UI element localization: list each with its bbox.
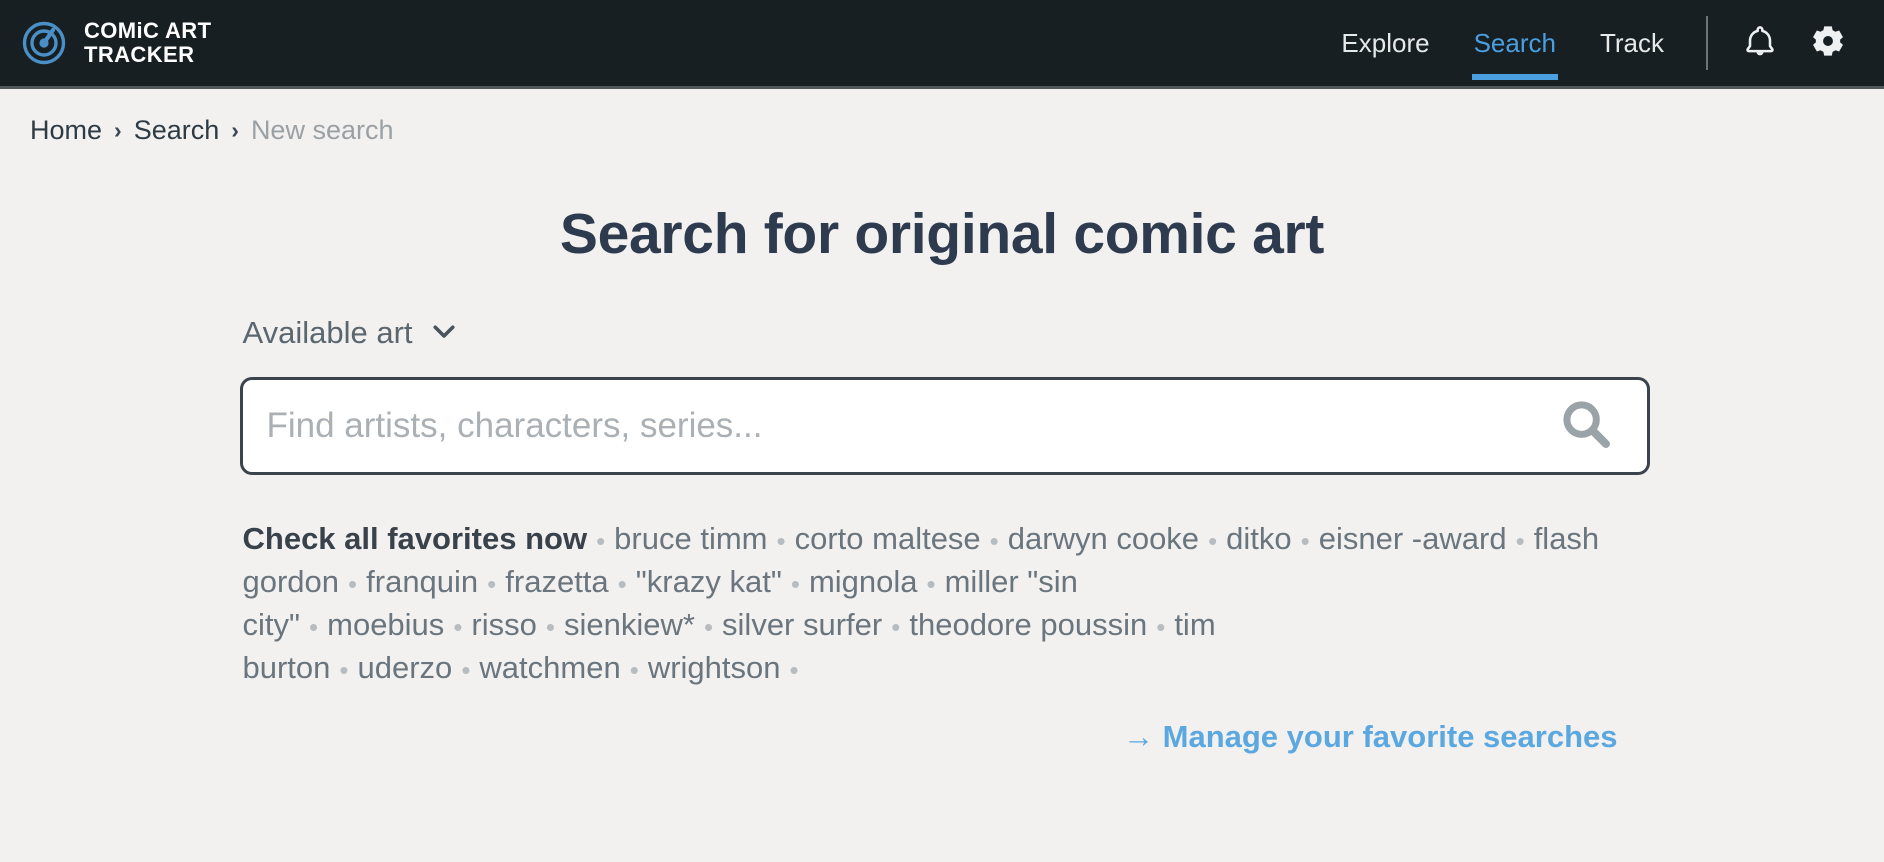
favorite-tag[interactable]: moebius [327,607,444,642]
favorite-tag-separator: • [348,568,358,599]
manage-row: → Manage your favorite searches [240,719,1650,755]
favorite-tag[interactable]: ditko [1226,521,1291,556]
favorite-tag[interactable]: "krazy kat" [636,564,782,599]
nav-item-search[interactable]: Search [1452,0,1578,86]
settings-button[interactable] [1802,17,1854,69]
check-all-favorites-link[interactable]: Check all favorites now [243,521,588,556]
favorite-tag-separator: • [789,654,799,685]
main-content: Search for original comic art Available … [0,201,1884,755]
breadcrumb: Home › Search › New search [0,89,1884,146]
search-box[interactable] [239,377,1650,475]
availability-filter-dropdown[interactable]: Available art [240,315,459,351]
favorite-tag[interactable]: franquin [366,564,478,599]
favorite-tag-separator: • [926,568,936,599]
favorite-tag[interactable]: bruce timm [614,521,767,556]
favorite-tag-separator: • [629,654,639,685]
favorite-tag-separator: • [339,654,349,685]
top-navigation-bar: COMiC ART TRACKER Explore Search Track [0,0,1884,89]
favorite-tag-separator: • [596,525,606,556]
favorite-tag-separator: • [309,611,319,642]
favorite-tag-separator: • [453,611,463,642]
nav-item-explore[interactable]: Explore [1319,0,1451,86]
favorite-tag-separator: • [1515,525,1525,556]
breadcrumb-separator: › [231,117,239,143]
favorite-tag-separator: • [1156,611,1166,642]
favorite-tag[interactable]: corto maltese [795,521,981,556]
nav-divider [1706,16,1708,70]
breadcrumb-item-home[interactable]: Home [30,115,102,146]
brand-logo[interactable]: COMiC ART TRACKER [22,19,211,67]
search-panel: Available art Check all favorites now • br… [235,315,1650,755]
nav-item-track[interactable]: Track [1578,0,1686,86]
bell-icon [1743,24,1777,63]
favorite-tag-separator: • [1300,525,1310,556]
favorite-tag-separator: • [989,525,999,556]
favorite-tag-separator: • [891,611,901,642]
favorite-tag[interactable]: silver surfer [722,607,882,642]
favorite-tag[interactable]: mignola [809,564,918,599]
search-icon [1558,396,1614,457]
favorite-tag-separator: • [617,568,627,599]
favorite-tag-separator: • [461,654,471,685]
breadcrumb-separator: › [114,117,122,143]
favorite-tag[interactable]: theodore poussin [909,607,1147,642]
brand-line-1: COMiC ART [84,18,212,44]
favorite-tag[interactable]: uderzo [358,650,453,685]
favorite-tag-separator: • [1208,525,1218,556]
notifications-button[interactable] [1734,17,1786,69]
brand-text: COMiC ART TRACKER [84,19,211,67]
favorite-tag-separator: • [703,611,714,642]
gear-icon [1810,23,1846,64]
page-title: Search for original comic art [559,202,1325,266]
favorite-tag-separator: • [545,611,555,642]
brand-line-2: TRACKER [84,42,195,67]
radar-target-icon [22,21,66,65]
favorite-tag[interactable]: watchmen [479,650,620,685]
favorite-tag[interactable]: frazetta [505,564,608,599]
breadcrumb-item-new-search: New search [250,115,394,145]
main-nav: Explore Search Track [1319,0,1862,86]
chevron-down-icon [429,316,459,351]
availability-filter-label: Available art [242,315,413,350]
favorite-tag[interactable]: wrightson [648,650,781,685]
favorite-searches-list: Check all favorites now • bruce timm • corto… [240,517,1630,689]
favorite-tag[interactable]: sienkiew* [564,607,695,642]
search-submit-button[interactable] [1555,395,1617,457]
search-input[interactable] [262,406,1555,446]
favorite-tag[interactable]: risso [471,607,536,642]
manage-favorite-searches-link[interactable]: → Manage your favorite searches [1123,719,1617,754]
breadcrumb-item-search[interactable]: Search [134,115,220,146]
favorite-tag[interactable]: darwyn cooke [1008,521,1199,556]
favorite-tag[interactable]: eisner -award [1319,521,1507,556]
favorite-tag-separator: • [790,568,800,599]
favorite-tag-separator: • [487,568,497,599]
favorite-tag-separator: • [776,525,786,556]
